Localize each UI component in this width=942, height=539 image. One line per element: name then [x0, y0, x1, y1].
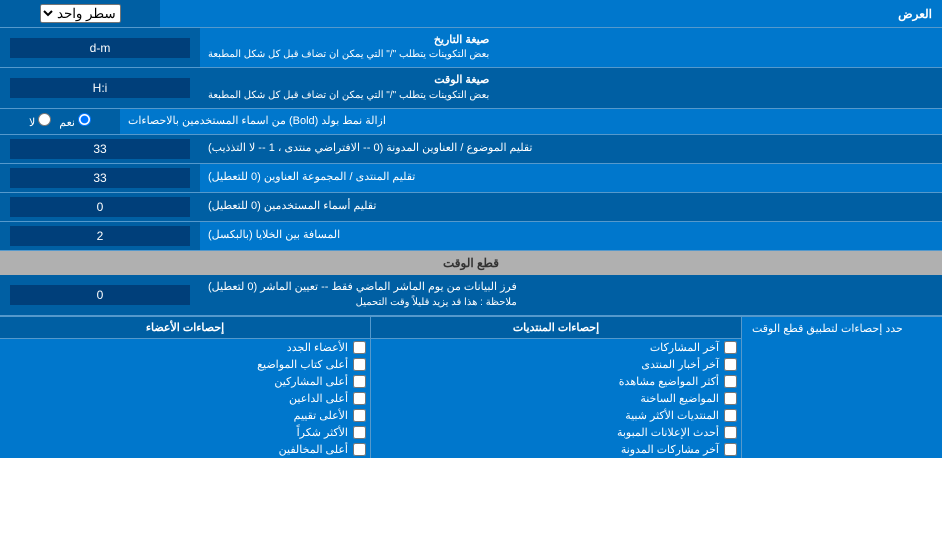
- username-trim-input[interactable]: [10, 197, 190, 217]
- stat-member-4: أعلى الداعين: [0, 390, 370, 407]
- bold-remove-radio-cell: نعم لا: [0, 109, 120, 134]
- stat-member-2: أعلى كتاب المواضيع: [0, 356, 370, 373]
- cutoff-row: فرز البيانات من يوم الماشر الماضي فقط --…: [0, 275, 942, 315]
- subject-trim-label: تقليم الموضوع / العناوين المدونة (0 -- ا…: [200, 135, 942, 163]
- stats-section: حدد إحصاءات لتطبيق قطع الوقت إحصاءات الم…: [0, 316, 942, 458]
- bold-remove-label: ازالة نمط بولد (Bold) من اسماء المستخدمي…: [120, 109, 942, 134]
- date-format-input-cell: [0, 28, 200, 67]
- cutoff-input[interactable]: [10, 285, 190, 305]
- member-stats-header: إحصاءات الأعضاء: [0, 317, 370, 339]
- date-format-row: صيغة التاريخ بعض التكوينات يتطلب "/" الت…: [0, 28, 942, 68]
- bold-yes-radio[interactable]: [78, 113, 91, 126]
- stat-member-6: الأكثر شكراً: [0, 424, 370, 441]
- stat-member-3: أعلى المشاركين: [0, 373, 370, 390]
- stat-forum-2: آخر أخبار المنتدى: [371, 356, 741, 373]
- date-format-input[interactable]: [10, 38, 190, 58]
- forum-trim-row: تقليم المنتدى / المجموعة العناوين (0 للت…: [0, 164, 942, 193]
- stat-forum-1: آخر المشاركات: [371, 339, 741, 356]
- forum-trim-label: تقليم المنتدى / المجموعة العناوين (0 للت…: [200, 164, 942, 192]
- cell-spacing-input[interactable]: [10, 226, 190, 246]
- bold-no-label[interactable]: لا: [29, 113, 51, 129]
- stat-forum-4: المواضيع الساخنة: [371, 390, 741, 407]
- forum-trim-input-cell: [0, 164, 200, 192]
- stat-forum-6-check[interactable]: [724, 426, 737, 439]
- stat-forum-5-check[interactable]: [724, 409, 737, 422]
- stat-forum-1-check[interactable]: [724, 341, 737, 354]
- time-format-row: صيغة الوقت بعض التكوينات يتطلب "/" التي …: [0, 68, 942, 108]
- stat-member-5: الأعلى تقييم: [0, 407, 370, 424]
- username-trim-row: تقليم أسماء المستخدمين (0 للتعطيل): [0, 193, 942, 222]
- username-trim-input-cell: [0, 193, 200, 221]
- cell-spacing-label: المسافة بين الخلايا (بالبكسل): [200, 222, 942, 250]
- time-format-input-cell: [0, 68, 200, 107]
- cutoff-input-cell: [0, 275, 200, 314]
- stat-member-1-check[interactable]: [353, 341, 366, 354]
- stat-member-4-check[interactable]: [353, 392, 366, 405]
- stat-forum-3: أكثر المواضيع مشاهدة: [371, 373, 741, 390]
- subject-trim-input[interactable]: [10, 139, 190, 159]
- date-format-label: صيغة التاريخ بعض التكوينات يتطلب "/" الت…: [200, 28, 942, 67]
- stat-forum-5: المنتديات الأكثر شبية: [371, 407, 741, 424]
- stat-forum-4-check[interactable]: [724, 392, 737, 405]
- stat-forum-7: آخر مشاركات المدونة: [371, 441, 741, 458]
- stat-member-1: الأعضاء الجدد: [0, 339, 370, 356]
- bold-no-radio[interactable]: [38, 113, 51, 126]
- stat-forum-3-check[interactable]: [724, 375, 737, 388]
- subject-trim-input-cell: [0, 135, 200, 163]
- cell-spacing-input-cell: [0, 222, 200, 250]
- stat-member-7-check[interactable]: [353, 443, 366, 456]
- subject-trim-row: تقليم الموضوع / العناوين المدونة (0 -- ا…: [0, 135, 942, 164]
- forum-trim-input[interactable]: [10, 168, 190, 188]
- stat-forum-6: أحدث الإعلانات المبوبة: [371, 424, 741, 441]
- username-trim-label: تقليم أسماء المستخدمين (0 للتعطيل): [200, 193, 942, 221]
- stat-member-5-check[interactable]: [353, 409, 366, 422]
- forum-stats-col: إحصاءات المنتديات آخر المشاركات آخر أخبا…: [370, 317, 742, 458]
- time-format-input[interactable]: [10, 78, 190, 98]
- display-mode-select[interactable]: سطر واحد سطرين: [40, 4, 121, 23]
- top-section: العرض سطر واحد سطرين: [0, 0, 942, 28]
- cutoff-label: فرز البيانات من يوم الماشر الماضي فقط --…: [200, 275, 942, 314]
- apply-label-cell: حدد إحصاءات لتطبيق قطع الوقت: [742, 317, 942, 458]
- stat-forum-7-check[interactable]: [724, 443, 737, 456]
- forum-stats-header: إحصاءات المنتديات: [371, 317, 741, 339]
- cutoff-section-header: قطع الوقت: [0, 251, 942, 275]
- time-format-label: صيغة الوقت بعض التكوينات يتطلب "/" التي …: [200, 68, 942, 107]
- display-mode-cell: سطر واحد سطرين: [0, 0, 160, 27]
- section-title: العرض: [160, 2, 942, 26]
- stat-forum-2-check[interactable]: [724, 358, 737, 371]
- stat-member-6-check[interactable]: [353, 426, 366, 439]
- bold-remove-row: ازالة نمط بولد (Bold) من اسماء المستخدمي…: [0, 109, 942, 135]
- member-stats-col: إحصاءات الأعضاء الأعضاء الجدد أعلى كتاب …: [0, 317, 370, 458]
- stat-member-7: أعلى المخالفين: [0, 441, 370, 458]
- bold-yes-label[interactable]: نعم: [59, 113, 91, 129]
- cell-spacing-row: المسافة بين الخلايا (بالبكسل): [0, 222, 942, 251]
- stat-member-3-check[interactable]: [353, 375, 366, 388]
- stat-member-2-check[interactable]: [353, 358, 366, 371]
